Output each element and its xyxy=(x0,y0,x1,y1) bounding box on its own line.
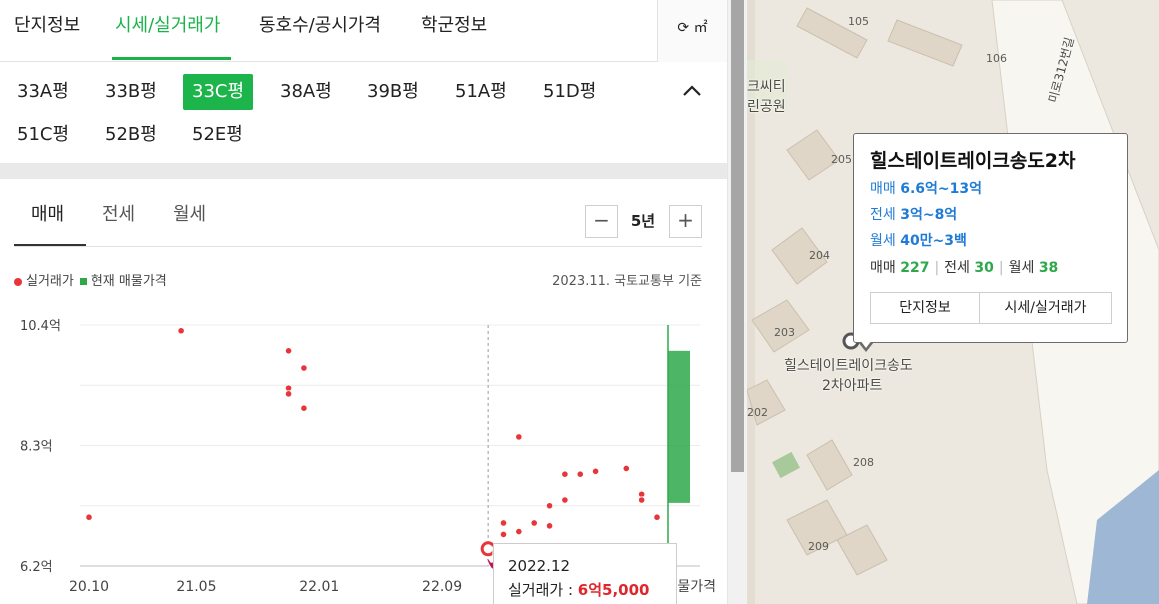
complex-info-popup: 힐스테이트레이크송도2차 매매 6.6억~13억 전세 3억~8억 월세 40만… xyxy=(853,133,1128,343)
main-tab-bar: 단지정보 시세/실거래가 동호수/공시가격 학군정보 ⟳ ㎡ xyxy=(0,0,727,62)
popup-pointer-fill xyxy=(860,340,872,348)
legend-dot-icon xyxy=(14,277,22,286)
size-option[interactable]: 38A평 xyxy=(271,74,341,110)
building-number: 203 xyxy=(774,326,795,339)
data-point xyxy=(499,519,508,527)
y-tick-label: 10.4억 xyxy=(20,319,61,334)
listing-range-bar xyxy=(668,350,690,503)
legend-square-icon xyxy=(79,278,87,285)
data-point xyxy=(530,519,538,527)
data-point xyxy=(561,470,569,478)
x-tick-label: 물가격 xyxy=(677,579,716,595)
price-panel: 단지정보 시세/실거래가 동호수/공시가격 학군정보 ⟳ ㎡ 33A평 33B평… xyxy=(0,0,727,604)
tab-jeonse[interactable]: 전세 xyxy=(102,200,135,234)
data-point xyxy=(561,496,569,504)
building-number: 204 xyxy=(809,249,830,262)
scrollbar-thumb[interactable] xyxy=(731,0,744,472)
tab-school-info[interactable]: 학군정보 xyxy=(421,0,487,62)
period-increase-button[interactable]: + xyxy=(669,205,702,238)
tooltip-date: 2022.12 xyxy=(508,557,571,575)
legend-actual: 실거래가 xyxy=(26,274,74,289)
active-tab-indicator xyxy=(112,57,231,60)
section-divider xyxy=(0,163,727,179)
x-tick-label: 20.10 xyxy=(69,579,109,595)
data-point xyxy=(284,347,293,355)
source-note: 2023.11. 국토교통부 기준 xyxy=(552,274,702,289)
popup-title: 힐스테이트레이크송도2차 xyxy=(870,150,1076,172)
refresh-icon: ⟳ xyxy=(677,20,690,36)
size-option[interactable]: 52E평 xyxy=(183,117,252,153)
size-option[interactable]: 51C평 xyxy=(8,117,78,153)
data-point xyxy=(284,390,293,398)
tab-complex-info[interactable]: 단지정보 xyxy=(14,0,80,62)
size-option[interactable]: 33B평 xyxy=(96,74,166,110)
map-label: 린공원 xyxy=(747,99,786,115)
data-point xyxy=(653,513,661,521)
building-number: 202 xyxy=(747,406,768,419)
complex-label: 힐스테이트레이크송도 xyxy=(784,358,913,374)
chart-tooltip: 2022.12 실거래가 : 6억5,000 xyxy=(493,543,677,604)
x-tick-label: 22.01 xyxy=(299,579,339,595)
map-label: 크씨티 xyxy=(747,79,786,95)
unit-toggle-button[interactable]: ⟳ ㎡ xyxy=(657,0,727,62)
size-option[interactable]: 39B평 xyxy=(358,74,428,110)
building-number: 208 xyxy=(853,456,874,469)
data-point xyxy=(300,364,308,372)
building-number: 106 xyxy=(986,52,1007,65)
data-point xyxy=(622,464,630,473)
chart-legend: 실거래가 현재 매물가격 xyxy=(14,270,167,290)
popup-rent-price: 월세 40만~3백 xyxy=(870,233,967,249)
data-point xyxy=(638,496,646,504)
divider xyxy=(14,246,702,247)
complex-label: 2차아파트 xyxy=(822,378,883,394)
tab-unit-official-price[interactable]: 동호수/공시가격 xyxy=(259,0,381,62)
x-tick-label: 22.09 xyxy=(422,579,462,595)
y-tick-label: 8.3억 xyxy=(20,440,53,455)
popup-jeonse-price: 전세 3억~8억 xyxy=(870,207,958,223)
building-number: 205 xyxy=(831,153,852,166)
data-point xyxy=(545,502,554,510)
data-point xyxy=(499,530,508,539)
data-point xyxy=(545,522,554,530)
building-number: 209 xyxy=(808,540,829,553)
tab-sale[interactable]: 매매 xyxy=(31,200,64,234)
tab-price-transactions[interactable]: 시세/실거래가 xyxy=(115,0,220,62)
size-option[interactable]: 51A평 xyxy=(446,74,516,110)
data-point xyxy=(576,470,584,478)
chevron-up-icon[interactable] xyxy=(679,78,705,104)
period-value: 5년 xyxy=(630,212,656,230)
popup-sale-price: 매매 6.6억~13억 xyxy=(870,181,982,197)
popup-price-button[interactable]: 시세/실거래가 xyxy=(979,292,1112,324)
data-point xyxy=(177,327,185,335)
popup-listing-counts: 매매 227 | 전세 30 | 월세 38 xyxy=(870,260,1059,276)
x-tick-label: 21.05 xyxy=(176,579,216,595)
building-number: 105 xyxy=(848,15,869,28)
y-tick-label: 6.2억 xyxy=(20,560,53,575)
data-point xyxy=(591,467,600,475)
unit-label: ㎡ xyxy=(693,20,708,36)
popup-complex-info-button[interactable]: 단지정보 xyxy=(870,292,980,324)
size-option-selected[interactable]: 33C평 xyxy=(183,74,254,110)
data-point xyxy=(300,404,308,412)
tooltip-price: 6억5,000 xyxy=(577,581,650,599)
period-decrease-button[interactable]: − xyxy=(585,205,618,238)
size-option[interactable]: 52B평 xyxy=(96,117,166,153)
data-point xyxy=(85,513,93,521)
tooltip-label: 실거래가 : xyxy=(508,581,578,599)
data-point xyxy=(515,527,523,536)
tab-monthly-rent[interactable]: 월세 xyxy=(173,200,206,234)
size-option[interactable]: 51D평 xyxy=(534,74,605,110)
size-option[interactable]: 33A평 xyxy=(8,74,78,110)
data-point xyxy=(515,433,523,441)
legend-current: 현재 매물가격 xyxy=(90,274,167,289)
